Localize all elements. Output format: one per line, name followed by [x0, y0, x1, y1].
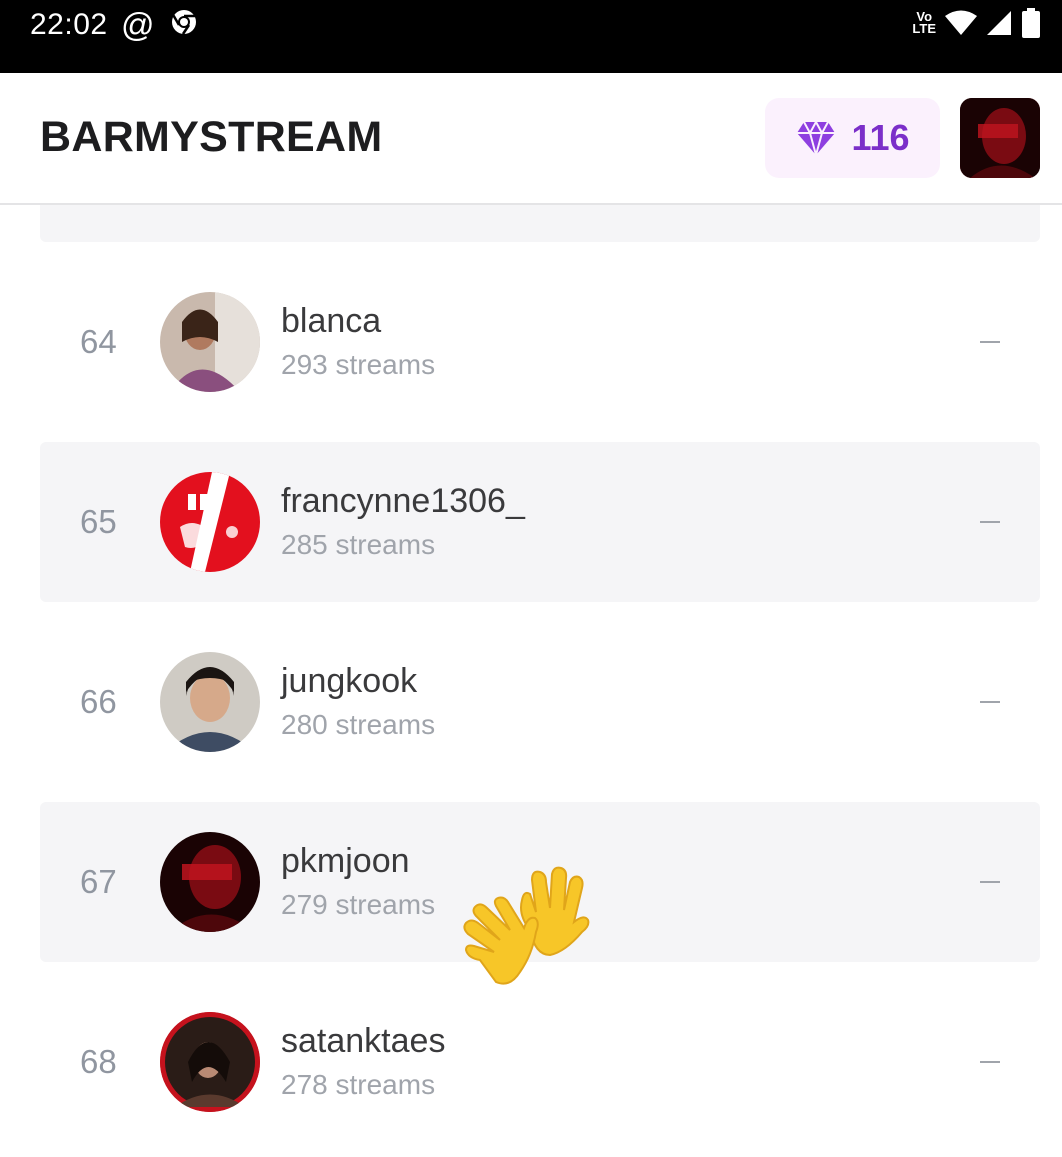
rank-number: 64 — [80, 323, 117, 360]
rank-number: 67 — [80, 863, 117, 900]
avatar — [160, 832, 260, 932]
stream-count: 293 streams — [281, 349, 436, 380]
leaderboard-row[interactable]: 68 satanktaes 278 streams — [40, 982, 1040, 1142]
stream-count: 285 streams — [281, 529, 436, 560]
signal-icon — [987, 11, 1011, 35]
status-bar: 22:02 @ Vo LTE — [0, 0, 1062, 73]
avatar — [160, 1012, 260, 1112]
rank-change-indicator — [980, 341, 1000, 343]
app-header: BARMYSTREAM 116 — [0, 73, 1062, 205]
username: pkmjoon — [281, 842, 410, 880]
list-item[interactable] — [40, 205, 1040, 242]
rank-change-indicator — [980, 1061, 1000, 1063]
avatar — [160, 652, 260, 752]
volte-icon: Vo LTE — [912, 9, 936, 36]
wifi-icon — [945, 10, 977, 35]
at-icon: @ — [121, 6, 155, 43]
leaderboard-row[interactable]: 65 francynne1306_ 285 streams — [40, 442, 1040, 602]
username: francynne1306_ — [281, 482, 525, 520]
rank-number: 68 — [80, 1043, 117, 1080]
stream-count: 279 streams — [281, 889, 436, 920]
chrome-icon — [172, 10, 196, 35]
username: jungkook — [281, 662, 418, 700]
stream-count: 280 streams — [281, 709, 436, 740]
avatar — [160, 292, 260, 392]
battery-icon — [1022, 8, 1040, 38]
status-time: 22:02 — [30, 8, 108, 41]
stream-count: 278 streams — [281, 1069, 436, 1100]
rank-change-indicator — [980, 881, 1000, 883]
leaderboard-row[interactable]: 66 jungkook 280 streams — [40, 622, 1040, 782]
profile-avatar[interactable] — [960, 98, 1040, 178]
profile-photo — [960, 98, 1040, 178]
rank-number: 65 — [80, 503, 117, 540]
leaderboard-row[interactable]: 64 blanca 293 streams — [40, 262, 1040, 422]
gem-count: 116 — [851, 117, 910, 158]
waving-hands-icon — [463, 866, 590, 985]
rank-number: 66 — [80, 683, 117, 720]
gem-balance-button[interactable]: 116 — [765, 98, 940, 178]
rank-change-indicator — [980, 521, 1000, 523]
username: blanca — [281, 302, 382, 340]
gem-heart-icon — [797, 119, 836, 157]
app-title: BARMYSTREAM — [40, 113, 383, 161]
avatar — [160, 472, 260, 572]
rank-change-indicator — [980, 701, 1000, 703]
username: satanktaes — [281, 1022, 446, 1060]
